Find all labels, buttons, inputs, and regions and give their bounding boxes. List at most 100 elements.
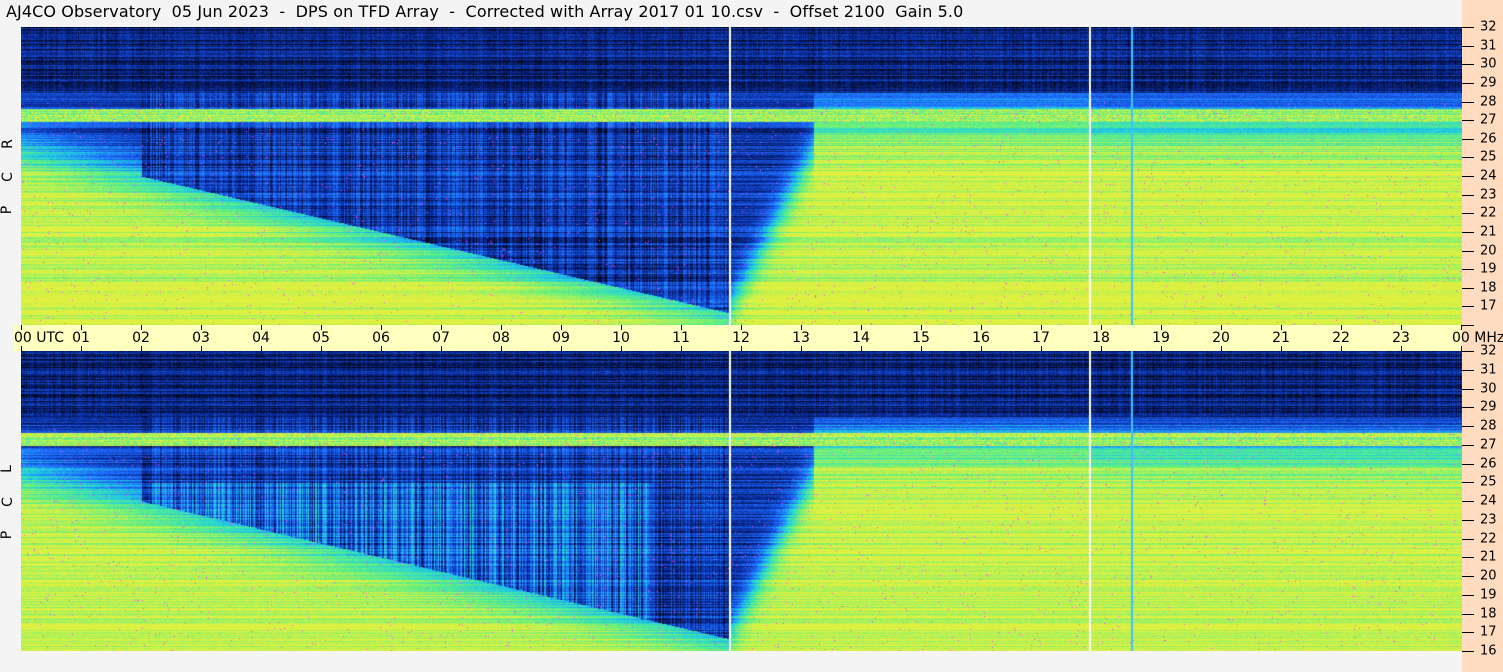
time-tick-label: 15 [912,330,930,346]
window-title: AJ4CO Observatory 05 Jun 2023 - DPS on T… [6,2,964,21]
time-tick-mark [681,325,682,330]
freq-tick-label: 22 [1480,531,1497,546]
freq-tick-mark [1462,538,1474,540]
time-tick-mark [1341,346,1342,351]
time-tick-mark [1341,325,1342,330]
time-tick-label: 06 [372,330,390,346]
freq-tick-mark [1462,64,1474,66]
time-tick-mark [981,325,982,330]
time-tick-mark [381,346,382,351]
freq-tick-label: 19 [1480,261,1497,277]
time-tick-label: 19 [1152,330,1170,346]
time-tick-mark [981,346,982,351]
time-tick-label: 21 [1272,330,1290,346]
time-tick-mark [681,346,682,351]
time-tick-mark [1101,325,1102,330]
freq-tick-mark [1462,482,1474,484]
freq-tick-label: 32 [1480,19,1497,35]
time-tick-label: 11 [672,330,690,346]
freq-tick-label: 25 [1480,149,1497,165]
freq-tick-mark [1462,613,1474,615]
freq-tick-mark [1462,426,1474,427]
freq-tick-mark [1462,369,1474,371]
freq-tick-mark [1462,351,1474,352]
time-tick-mark [1161,346,1162,351]
freq-tick-label: 23 [1480,512,1497,528]
time-tick-mark [921,325,922,330]
freq-tick-label: 28 [1480,418,1497,434]
time-tick-label: 09 [552,330,570,346]
freq-tick-mark [1462,576,1474,577]
freq-tick-mark [1462,463,1474,465]
time-tick-mark [1041,325,1042,330]
freq-tick-mark [1462,213,1474,215]
time-tick-mark [1221,346,1222,351]
time-tick-label: 17 [1032,330,1050,346]
polarization-letter: C [0,172,16,182]
time-tick-mark [201,346,202,351]
freq-tick-label: 18 [1480,280,1497,296]
freq-tick-mark [1462,632,1474,634]
freq-tick-label: 20 [1480,243,1497,258]
freq-tick-mark [1462,388,1474,390]
time-tick-label: 20 [1212,330,1230,346]
freq-tick-mark [1462,557,1474,559]
freq-tick-mark [1462,138,1474,140]
time-tick-mark [1041,346,1042,351]
time-tick-mark [561,346,562,351]
time-tick-label: 03 [192,330,210,346]
freq-tick-mark [1462,194,1474,196]
time-tick-label: 13 [792,330,810,346]
freq-tick-label: 24 [1480,493,1497,509]
freq-tick-label: 31 [1480,38,1497,54]
polarization-letter: P [0,530,16,540]
freq-tick-mark [1462,501,1474,502]
time-tick-label: 23 [1392,330,1410,346]
freq-tick-mark [1462,287,1474,289]
freq-tick-mark [1462,231,1474,233]
lcp-spectrogram [21,351,1462,651]
time-tick-mark [621,325,622,330]
time-tick-mark [861,325,862,330]
time-tick-mark [441,325,442,330]
freq-tick-label: 30 [1480,56,1497,72]
freq-tick-label: 25 [1480,474,1497,490]
time-tick-mark [261,346,262,351]
time-tick-mark [801,325,802,330]
freq-tick-label: 26 [1480,456,1497,471]
time-tick-mark [21,346,22,351]
time-tick-label: 16 [972,330,990,346]
time-tick-label: 12 [732,330,750,346]
time-tick-mark [561,325,562,330]
freq-tick-label: 26 [1480,131,1497,147]
time-tick-label: 18 [1092,330,1110,346]
freq-tick-label: 17 [1480,298,1497,314]
freq-tick-label: 29 [1480,399,1497,415]
time-tick-mark [321,346,322,351]
freq-tick-mark [1462,306,1474,308]
freq-tick-mark [1462,519,1474,521]
freq-tick-label: 28 [1480,94,1497,109]
time-tick-mark [741,325,742,330]
polarization-letter: C [0,497,16,507]
freq-tick-mark [1462,157,1474,159]
freq-tick-label: 19 [1480,587,1497,603]
polarization-letter: L [0,465,15,473]
time-tick-mark [1401,325,1402,330]
freq-tick-label: 24 [1480,168,1497,184]
freq-tick-mark [1462,250,1474,252]
freq-tick-mark [1462,407,1474,409]
freq-tick-label: 30 [1480,381,1497,396]
time-tick-label: 04 [252,330,270,346]
time-tick-label: 22 [1332,330,1350,346]
freq-tick-label: 27 [1480,437,1497,453]
freq-tick-label: 18 [1480,606,1497,621]
freq-tick-mark [1462,120,1474,122]
freq-tick-mark [1462,27,1474,28]
time-tick-mark [621,346,622,351]
freq-tick-mark [1462,444,1474,446]
polarization-letter: P [0,205,16,215]
time-tick-mark [501,325,502,330]
freq-tick-label: 20 [1480,568,1497,584]
time-tick-mark [201,325,202,330]
